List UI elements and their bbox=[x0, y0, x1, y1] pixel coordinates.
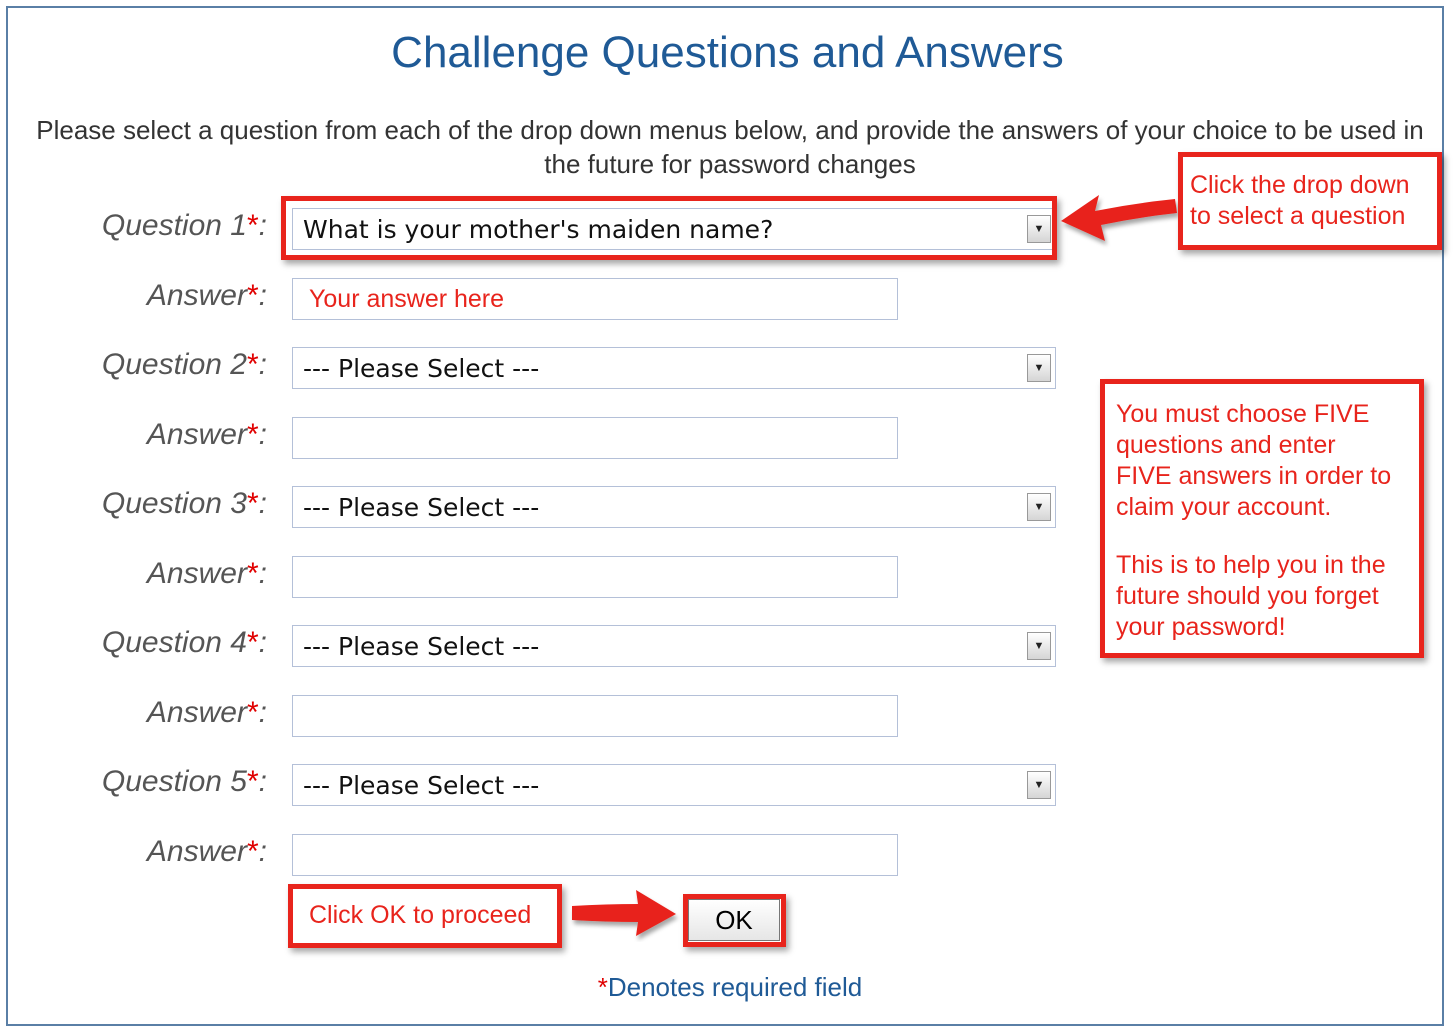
question-5-label: Question 5*: bbox=[101, 765, 267, 798]
answer-3-input[interactable] bbox=[292, 556, 898, 598]
question-4-selected: --- Please Select --- bbox=[303, 632, 540, 661]
answer-3-label: Answer*: bbox=[146, 557, 267, 590]
question-3-select[interactable]: --- Please Select --- ▼ bbox=[292, 486, 1056, 528]
question-1-label: Question 1*: bbox=[101, 209, 267, 242]
question-2-select[interactable]: --- Please Select --- ▼ bbox=[292, 347, 1056, 389]
red-arrow-icon bbox=[572, 890, 676, 936]
answer-1-label: Answer*: bbox=[146, 279, 267, 312]
question-4-select[interactable]: --- Please Select --- ▼ bbox=[292, 625, 1056, 667]
question-2-label: Question 2*: bbox=[101, 348, 267, 381]
page-title: Challenge Questions and Answers bbox=[391, 28, 1064, 77]
question-4-label: Question 4*: bbox=[101, 626, 267, 659]
question-3-selected: --- Please Select --- bbox=[303, 493, 540, 522]
question-3-label: Question 3*: bbox=[101, 487, 267, 520]
chevron-down-icon[interactable]: ▼ bbox=[1027, 354, 1051, 382]
answer-1-input[interactable] bbox=[292, 278, 898, 320]
answer-2-label: Answer*: bbox=[146, 418, 267, 451]
answer-4-input[interactable] bbox=[292, 695, 898, 737]
chevron-down-icon[interactable]: ▼ bbox=[1027, 632, 1051, 660]
answer-2-input[interactable] bbox=[292, 417, 898, 459]
question-5-select[interactable]: --- Please Select --- ▼ bbox=[292, 764, 1056, 806]
five-questions-callout-text: You must choose FIVE questions and enter… bbox=[1116, 400, 1392, 641]
question-2-selected: --- Please Select --- bbox=[303, 354, 540, 383]
chevron-down-icon[interactable]: ▼ bbox=[1027, 771, 1051, 799]
question-1-highlight bbox=[281, 196, 1057, 260]
question-5-selected: --- Please Select --- bbox=[303, 771, 540, 800]
answer-5-input[interactable] bbox=[292, 834, 898, 876]
dropdown-callout-text: Click the drop down to select a question bbox=[1190, 171, 1410, 230]
ok-button[interactable]: OK bbox=[688, 899, 780, 941]
answer-5-label: Answer*: bbox=[146, 835, 267, 868]
ok-callout-text: Click OK to proceed bbox=[309, 901, 532, 929]
chevron-down-icon[interactable]: ▼ bbox=[1027, 493, 1051, 521]
red-arrow-icon bbox=[1061, 195, 1177, 241]
answer-4-label: Answer*: bbox=[146, 696, 267, 729]
required-note: *Denotes required field bbox=[597, 972, 863, 1002]
